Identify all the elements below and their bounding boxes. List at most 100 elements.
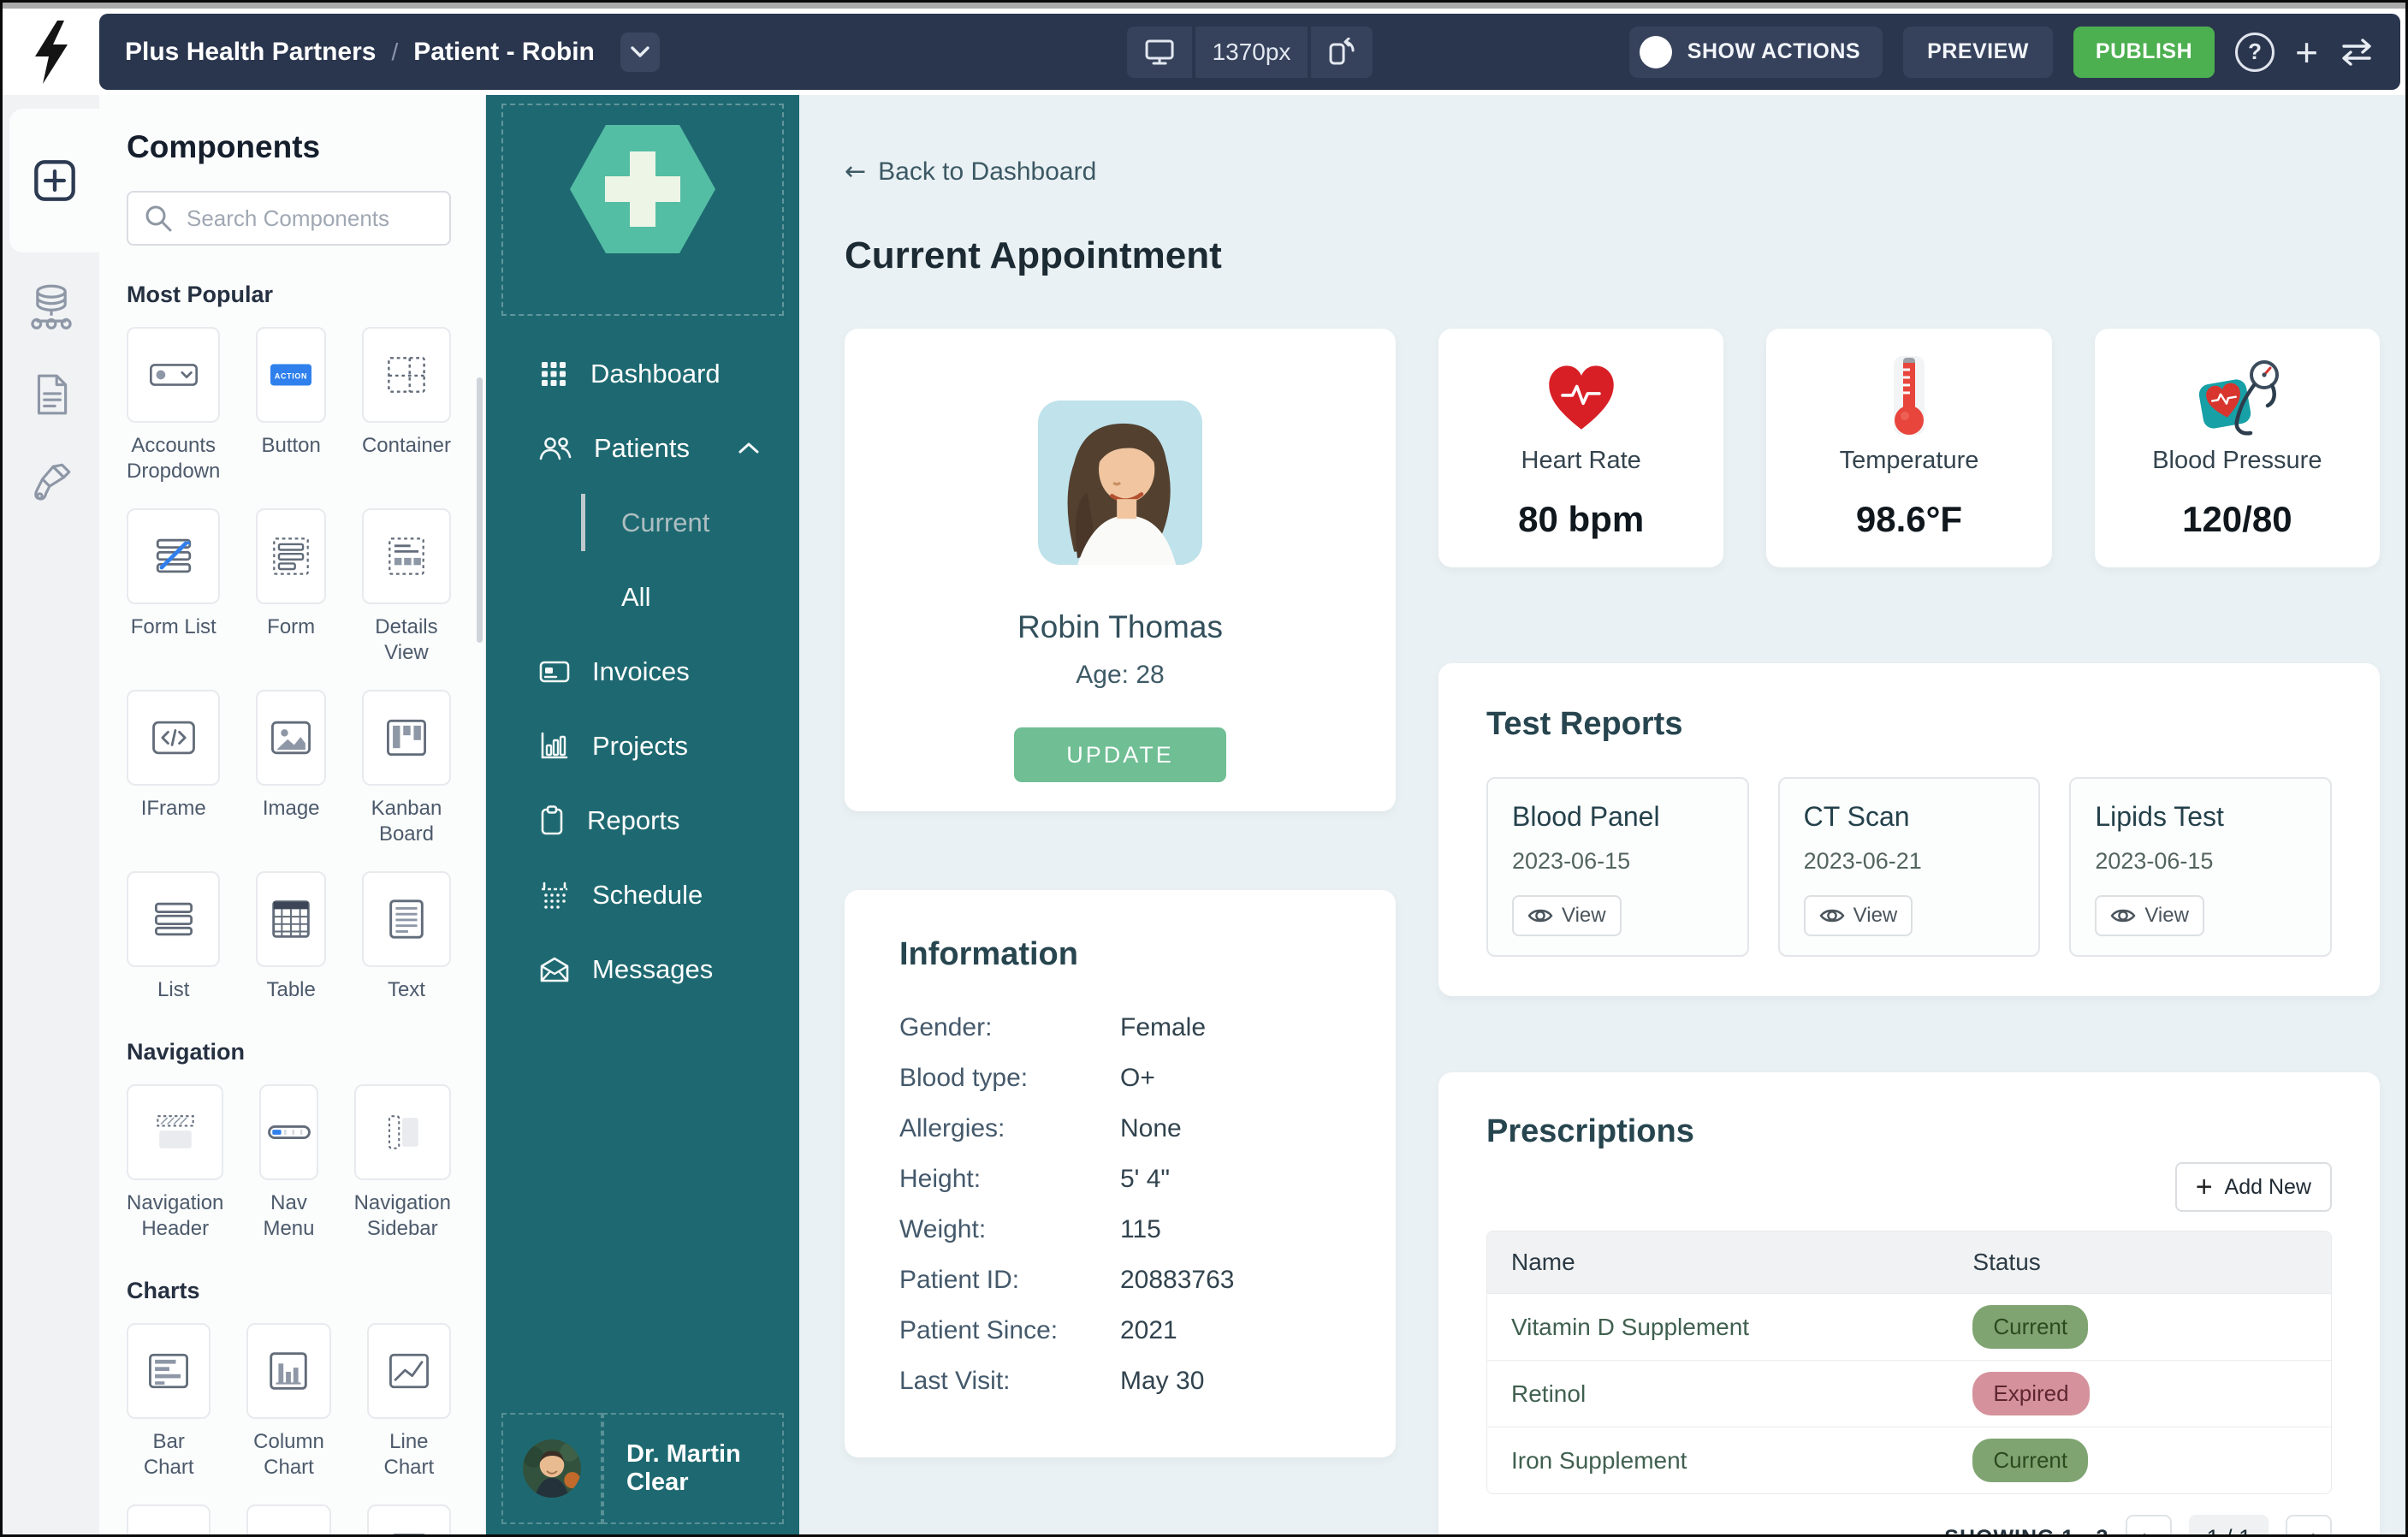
bar-chart (143, 1350, 194, 1392)
app-name[interactable]: Plus Health Partners (125, 38, 376, 67)
component-label: Navigation Header (127, 1190, 223, 1242)
app-logo-container (501, 104, 784, 316)
information-card: Information Gender:FemaleBlood type:O+Al… (845, 890, 1396, 1457)
sidebar-item-projects[interactable]: Projects (486, 709, 799, 783)
sidebar-item-dashboard[interactable]: Dashboard (486, 336, 799, 411)
add-page-button[interactable]: + (2295, 33, 2318, 72)
back-to-dashboard-link[interactable]: ← Back to Dashboard (845, 157, 1096, 187)
card-icon (539, 659, 570, 685)
prescriptions-table: Name Status Vitamin D SupplementCurrentR… (1486, 1231, 2332, 1494)
showing-label: SHOWING 1 - 3 (1944, 1526, 2108, 1535)
chevron-down-icon (629, 45, 651, 60)
component-cell-details-view: Details View (362, 508, 451, 666)
view-report-button[interactable]: View (2095, 895, 2204, 936)
component-tile-text[interactable] (362, 871, 451, 967)
component-grid-navigation: Navigation HeaderNav MenuNavigation Side… (127, 1084, 451, 1242)
component-tile-line-chart[interactable] (367, 1323, 451, 1419)
plus-icon: + (2196, 1172, 2213, 1202)
component-search (127, 191, 451, 246)
component-label: Accounts Dropdown (127, 433, 220, 484)
component-label: Bar Chart (127, 1429, 211, 1481)
rail-tab-theme[interactable] (28, 460, 74, 506)
builder-topbar: Plus Health Partners / Patient - Robin 1… (3, 9, 2405, 95)
prev-page-button[interactable]: ← (2126, 1515, 2172, 1534)
component-tile-nav-menu[interactable] (259, 1084, 317, 1180)
viewport-device-button[interactable] (1127, 27, 1192, 78)
component-tile-kanban-board[interactable] (362, 690, 451, 786)
sidebar-item-reports[interactable]: Reports (486, 783, 799, 858)
rail-tab-insert[interactable] (9, 109, 99, 252)
component-cell-kanban-board: Kanban Board (362, 690, 451, 847)
preview-button[interactable]: PREVIEW (1903, 27, 2053, 78)
report-card-lipids-test: Lipids Test2023-06-15View (2069, 777, 2332, 957)
info-label: Patient Since: (899, 1316, 1120, 1345)
component-tile-number[interactable]: 500 (246, 1504, 330, 1534)
component-tile-table[interactable] (256, 871, 326, 967)
chevron-up-icon[interactable] (736, 440, 762, 457)
info-row-last-visit-: Last Visit:May 30 (899, 1356, 1341, 1406)
topbar-navy-bar: Plus Health Partners / Patient - Robin 1… (99, 14, 2400, 90)
component-tile-iframe[interactable] (127, 690, 220, 786)
component-tile-form[interactable] (256, 508, 326, 604)
rail-tab-pages[interactable] (30, 372, 73, 418)
add-new-button[interactable]: + Add New (2175, 1162, 2332, 1212)
component-tile-gantt-chart[interactable] (367, 1504, 451, 1534)
component-tile-button[interactable]: ACTION (256, 327, 326, 423)
viewport-width-value[interactable]: 1370px (1195, 27, 1308, 78)
component-tile-pie-chart[interactable] (127, 1504, 211, 1534)
search-input[interactable] (187, 205, 434, 232)
component-tile-bar-chart[interactable] (127, 1323, 211, 1419)
report-name: CT Scan (1804, 801, 2015, 833)
panel-scrollbar[interactable] (477, 377, 483, 643)
component-tile-column-chart[interactable] (246, 1323, 330, 1419)
builder-logo[interactable] (3, 9, 99, 95)
section-label-most-popular: Most Popular (127, 282, 451, 308)
rail-tab-data[interactable] (27, 283, 75, 331)
help-button[interactable]: ? (2235, 33, 2275, 72)
swap-arrows-button[interactable] (2339, 38, 2375, 67)
sidebar-item-messages[interactable]: Messages (486, 932, 799, 1006)
component-tile-container[interactable] (362, 327, 451, 423)
component-tile-navigation-sidebar[interactable] (354, 1084, 451, 1180)
info-value: O+ (1120, 1064, 1155, 1093)
monitor-icon (1144, 39, 1175, 66)
sidebar-item-invoices[interactable]: Invoices (486, 634, 799, 709)
heart-icon (1542, 359, 1621, 433)
sidebar-item-schedule[interactable]: Schedule (486, 858, 799, 932)
component-tile-accounts-dropdown[interactable] (127, 327, 220, 423)
component-tile-details-view[interactable] (362, 508, 451, 604)
patient-card: Robin Thomas Age: 28 UPDATE (845, 329, 1396, 811)
component-cell-form: Form (256, 508, 326, 666)
status-cell: Current (1972, 1305, 2307, 1349)
view-report-button[interactable]: View (1804, 895, 1913, 936)
vital-card-heart-rate: Heart Rate80 bpm (1438, 329, 1723, 567)
component-tile-navigation-header[interactable] (127, 1084, 223, 1180)
iframe (147, 716, 200, 759)
clipboard-icon (539, 805, 565, 836)
sidebar-subitem-all[interactable]: All (486, 560, 799, 634)
user-name: Dr. Martin Clear (626, 1440, 782, 1497)
sidebar-subitem-current[interactable]: Current (486, 485, 799, 560)
view-report-button[interactable]: View (1512, 895, 1622, 936)
prescription-name: Retinol (1511, 1380, 1972, 1408)
component-tile-image[interactable] (256, 690, 326, 786)
update-button[interactable]: UPDATE (1014, 727, 1226, 782)
publish-button[interactable]: PUBLISH (2073, 27, 2215, 78)
rotate-viewport-button[interactable] (1311, 27, 1373, 78)
breadcrumb-separator: / (391, 39, 398, 66)
sidebar-user[interactable]: Dr. Martin Clear (501, 1413, 784, 1524)
component-tile-form-list[interactable] (127, 508, 220, 604)
component-tile-list[interactable] (127, 871, 220, 967)
page-dropdown-button[interactable] (620, 33, 660, 72)
show-actions-toggle[interactable]: SHOW ACTIONS (1629, 27, 1883, 78)
info-value: 115 (1120, 1215, 1161, 1244)
vital-value: 120/80 (2095, 499, 2380, 540)
report-name: Blood Panel (1512, 801, 1723, 833)
next-page-button[interactable]: → (2286, 1515, 2332, 1534)
report-card-blood-panel: Blood Panel2023-06-15View (1486, 777, 1749, 957)
eye-icon (1819, 906, 1845, 925)
page-name[interactable]: Patient - Robin (413, 38, 595, 67)
sidebar-item-patients[interactable]: Patients (486, 411, 799, 485)
component-cell-column-chart: Column Chart (246, 1323, 330, 1481)
vital-icon-box (1438, 353, 1723, 440)
